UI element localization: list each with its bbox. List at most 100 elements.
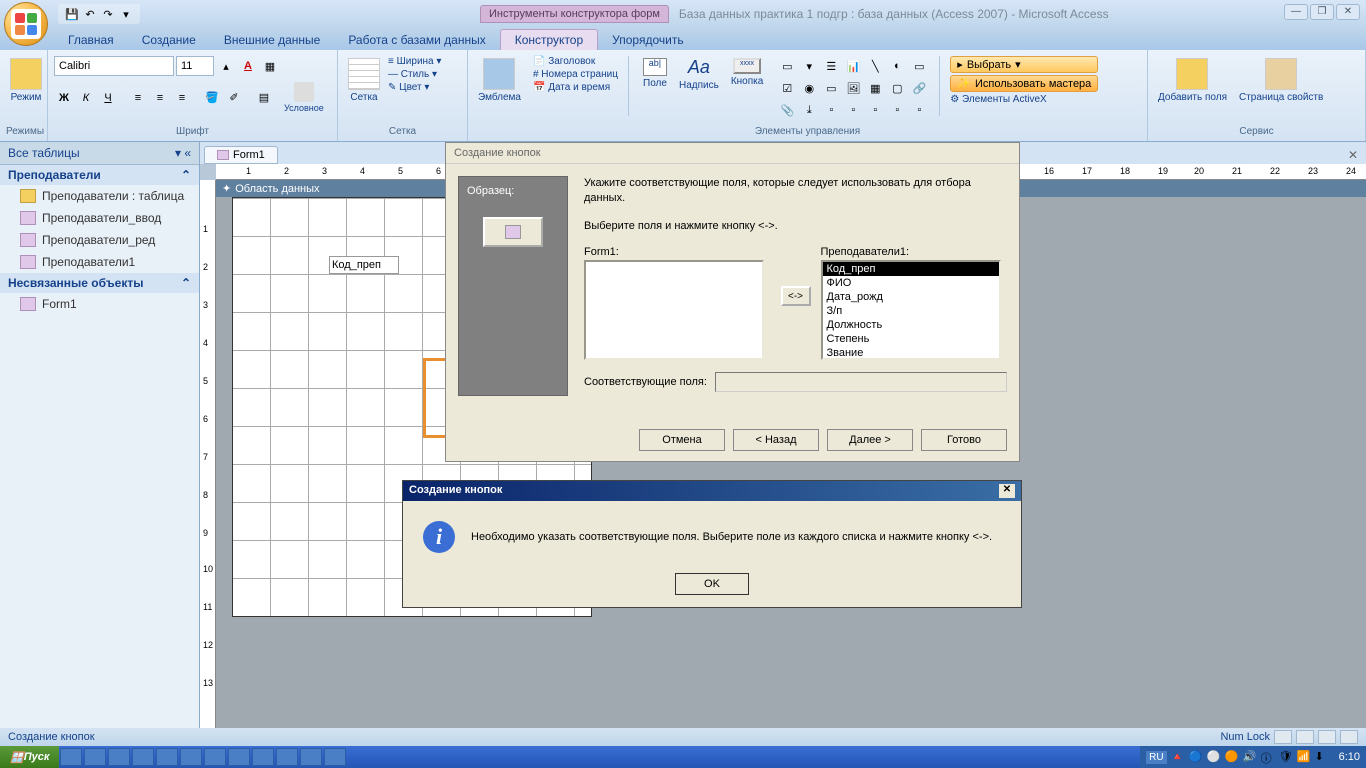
font-color-icon[interactable]: A [238, 56, 258, 76]
doc-tab-form1[interactable]: Form1 [204, 146, 278, 164]
form1-fields-listbox[interactable] [584, 260, 764, 360]
italic-icon[interactable]: К [76, 88, 96, 108]
task-item[interactable] [324, 748, 346, 766]
alert-titlebar[interactable]: Создание кнопок ✕ [403, 481, 1021, 501]
list-item[interactable]: Звание [823, 346, 999, 360]
tab-create[interactable]: Создание [128, 30, 210, 50]
control-more2-icon[interactable]: ▫ [843, 100, 863, 120]
tray-icon[interactable]: 📶 [1297, 750, 1311, 764]
align-left-icon[interactable]: ≡ [128, 88, 148, 108]
tray-icon[interactable]: ⚪ [1207, 750, 1221, 764]
vertical-ruler[interactable]: 12345678910111213 [200, 180, 216, 728]
header-button[interactable]: 📄 Заголовок [533, 56, 618, 67]
date-time-button[interactable]: 📅 Дата и время [533, 82, 618, 93]
taskbar-clock[interactable]: 6:10 [1339, 751, 1360, 763]
tab-dbtools[interactable]: Работа с базами данных [334, 30, 499, 50]
list-item[interactable]: Должность [823, 318, 999, 332]
alt-row-icon[interactable]: ▤ [254, 88, 274, 108]
form-label-kod-prep[interactable]: Код_преп [329, 256, 399, 274]
control-list-icon[interactable]: ☰ [821, 56, 841, 76]
wizard-next-button[interactable]: Далее > [827, 429, 913, 451]
add-fields-button[interactable]: Добавить поля [1154, 56, 1231, 105]
align-center-icon[interactable]: ≡ [150, 88, 170, 108]
grid-style-button[interactable]: — Стиль ▾ [388, 69, 441, 80]
save-icon[interactable]: 💾 [64, 6, 80, 22]
control-attachment-icon[interactable]: 📎 [777, 100, 797, 120]
tray-icon[interactable]: ⓘ [1261, 750, 1275, 764]
wizard-back-button[interactable]: < Назад [733, 429, 819, 451]
redo-icon[interactable]: ↷ [100, 6, 116, 22]
task-item[interactable] [132, 748, 154, 766]
align-right-icon[interactable]: ≡ [172, 88, 192, 108]
bold-icon[interactable]: Ж [54, 88, 74, 108]
wizard-finish-button[interactable]: Готово [921, 429, 1007, 451]
control-hyperlink-icon[interactable]: 🔗 [909, 78, 929, 98]
property-sheet-button[interactable]: Страница свойств [1235, 56, 1327, 105]
list-item[interactable]: Степень [823, 332, 999, 346]
control-toggle-icon[interactable]: ◐ [887, 56, 907, 76]
list-item[interactable]: Дата_рожд [823, 290, 999, 304]
field-button[interactable]: ab|Поле [639, 56, 671, 91]
move-fields-button[interactable]: <-> [781, 286, 811, 306]
underline-icon[interactable]: Ч [98, 88, 118, 108]
office-button[interactable] [4, 2, 48, 46]
page-numbers-button[interactable]: # Номера страниц [533, 69, 618, 80]
nav-group-teachers[interactable]: Преподаватели⌃ [0, 165, 199, 185]
fill-color-icon[interactable]: 🪣 [202, 88, 222, 108]
task-item[interactable] [180, 748, 202, 766]
task-item[interactable] [84, 748, 106, 766]
control-more4-icon[interactable]: ▫ [887, 100, 907, 120]
control-image-icon[interactable]: 🖼 [843, 78, 863, 98]
tab-constructor[interactable]: Конструктор [500, 29, 598, 50]
list-item[interactable]: Код_преп [823, 262, 999, 276]
control-combo-icon[interactable]: ▾ [799, 56, 819, 76]
restore-button[interactable]: ❐ [1310, 4, 1334, 20]
nav-item-table[interactable]: Преподаватели : таблица [0, 185, 199, 207]
control-checkbox-icon[interactable]: ☑ [777, 78, 797, 98]
view-layout-button[interactable] [1318, 730, 1336, 744]
view-design-button[interactable] [1340, 730, 1358, 744]
nav-group-unrelated[interactable]: Несвязанные объекты⌃ [0, 273, 199, 293]
tray-icon[interactable]: 🔊 [1243, 750, 1257, 764]
view-form-button[interactable] [1274, 730, 1292, 744]
grid-width-button[interactable]: ≡ Ширина ▾ [388, 56, 441, 67]
grow-font-icon[interactable]: ▴ [216, 56, 236, 76]
nav-pane-header[interactable]: Все таблицы▾ « [0, 142, 199, 165]
control-pagebreak-icon[interactable]: ⤓ [799, 100, 819, 120]
task-item[interactable] [60, 748, 82, 766]
close-button[interactable]: ✕ [1336, 4, 1360, 20]
nav-item-form1[interactable]: Form1 [0, 293, 199, 315]
control-tab-icon[interactable]: ▭ [821, 78, 841, 98]
tab-home[interactable]: Главная [54, 30, 128, 50]
grid-color-button[interactable]: ✎ Цвет ▾ [388, 82, 441, 93]
control-more3-icon[interactable]: ▫ [865, 100, 885, 120]
nav-item-form-edit[interactable]: Преподаватели_ред [0, 229, 199, 251]
task-item[interactable] [276, 748, 298, 766]
conditional-format-button[interactable]: Условное [280, 80, 328, 116]
task-item[interactable] [300, 748, 322, 766]
task-item[interactable] [228, 748, 250, 766]
task-item[interactable] [156, 748, 178, 766]
task-item[interactable] [204, 748, 226, 766]
view-mode-button[interactable]: Режим [6, 56, 46, 105]
undo-icon[interactable]: ↶ [82, 6, 98, 22]
tray-icon[interactable]: 🔺 [1171, 750, 1185, 764]
tab-arrange[interactable]: Упорядочить [598, 30, 697, 50]
activex-button[interactable]: ⚙ Элементы ActiveX [950, 94, 1098, 105]
alert-close-button[interactable]: ✕ [999, 484, 1015, 498]
button-control[interactable]: xxxxКнопка [727, 56, 767, 89]
nav-item-form-input[interactable]: Преподаватели_ввод [0, 207, 199, 229]
font-name-combo[interactable] [54, 56, 174, 76]
task-item[interactable] [252, 748, 274, 766]
task-item[interactable] [108, 748, 130, 766]
font-size-combo[interactable] [176, 56, 214, 76]
teachers-fields-listbox[interactable]: Код_преп ФИО Дата_рожд З/п Должность Сте… [821, 260, 1001, 360]
list-item[interactable]: ФИО [823, 276, 999, 290]
control-more5-icon[interactable]: ▫ [909, 100, 929, 120]
control-rect-icon[interactable]: ▢ [887, 78, 907, 98]
view-datasheet-button[interactable] [1296, 730, 1314, 744]
format-painter-icon[interactable]: ✐ [224, 88, 244, 108]
select-button[interactable]: ▸ Выбрать ▾ [950, 56, 1098, 73]
tray-icon[interactable]: 🛡 [1279, 750, 1293, 764]
list-item[interactable]: З/п [823, 304, 999, 318]
